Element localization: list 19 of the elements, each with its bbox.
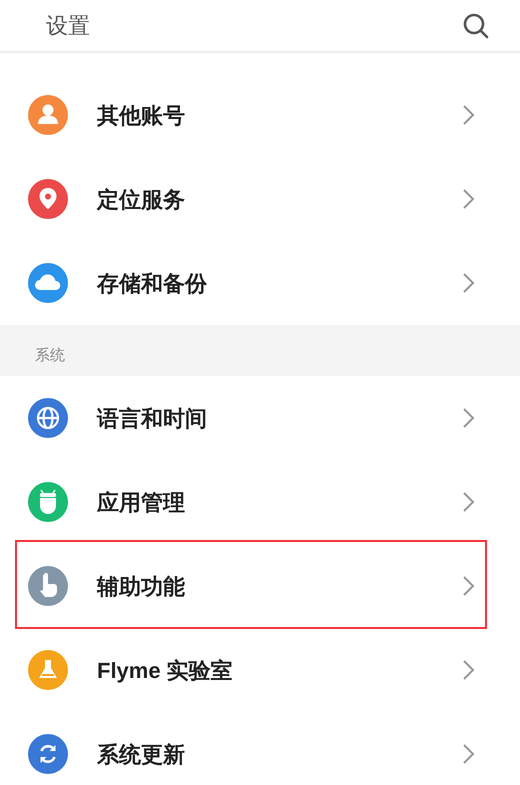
chevron-icon — [462, 407, 476, 429]
settings-item[interactable]: 应用管理 — [0, 460, 520, 544]
chevron-icon — [462, 491, 476, 513]
search-icon[interactable] — [462, 12, 490, 40]
chevron-icon — [462, 743, 476, 765]
chevron-icon — [462, 575, 476, 597]
chevron-icon — [462, 104, 476, 126]
chevron-icon — [462, 272, 476, 294]
settings-item[interactable]: 其他账号 — [0, 73, 520, 157]
settings-item[interactable]: 系统更新 — [0, 712, 520, 785]
page-title: 设置 — [46, 12, 90, 40]
section-header: 系统 — [0, 325, 520, 376]
chevron-icon — [462, 188, 476, 210]
settings-item[interactable]: 语言和时间 — [0, 376, 520, 460]
settings-item[interactable]: Flyme 实验室 — [0, 628, 520, 712]
settings-item[interactable]: 定位服务 — [0, 157, 520, 241]
chevron-icon — [462, 659, 476, 681]
settings-item[interactable]: 存储和备份 — [0, 241, 520, 325]
settings-item[interactable]: 辅助功能 — [0, 544, 520, 628]
